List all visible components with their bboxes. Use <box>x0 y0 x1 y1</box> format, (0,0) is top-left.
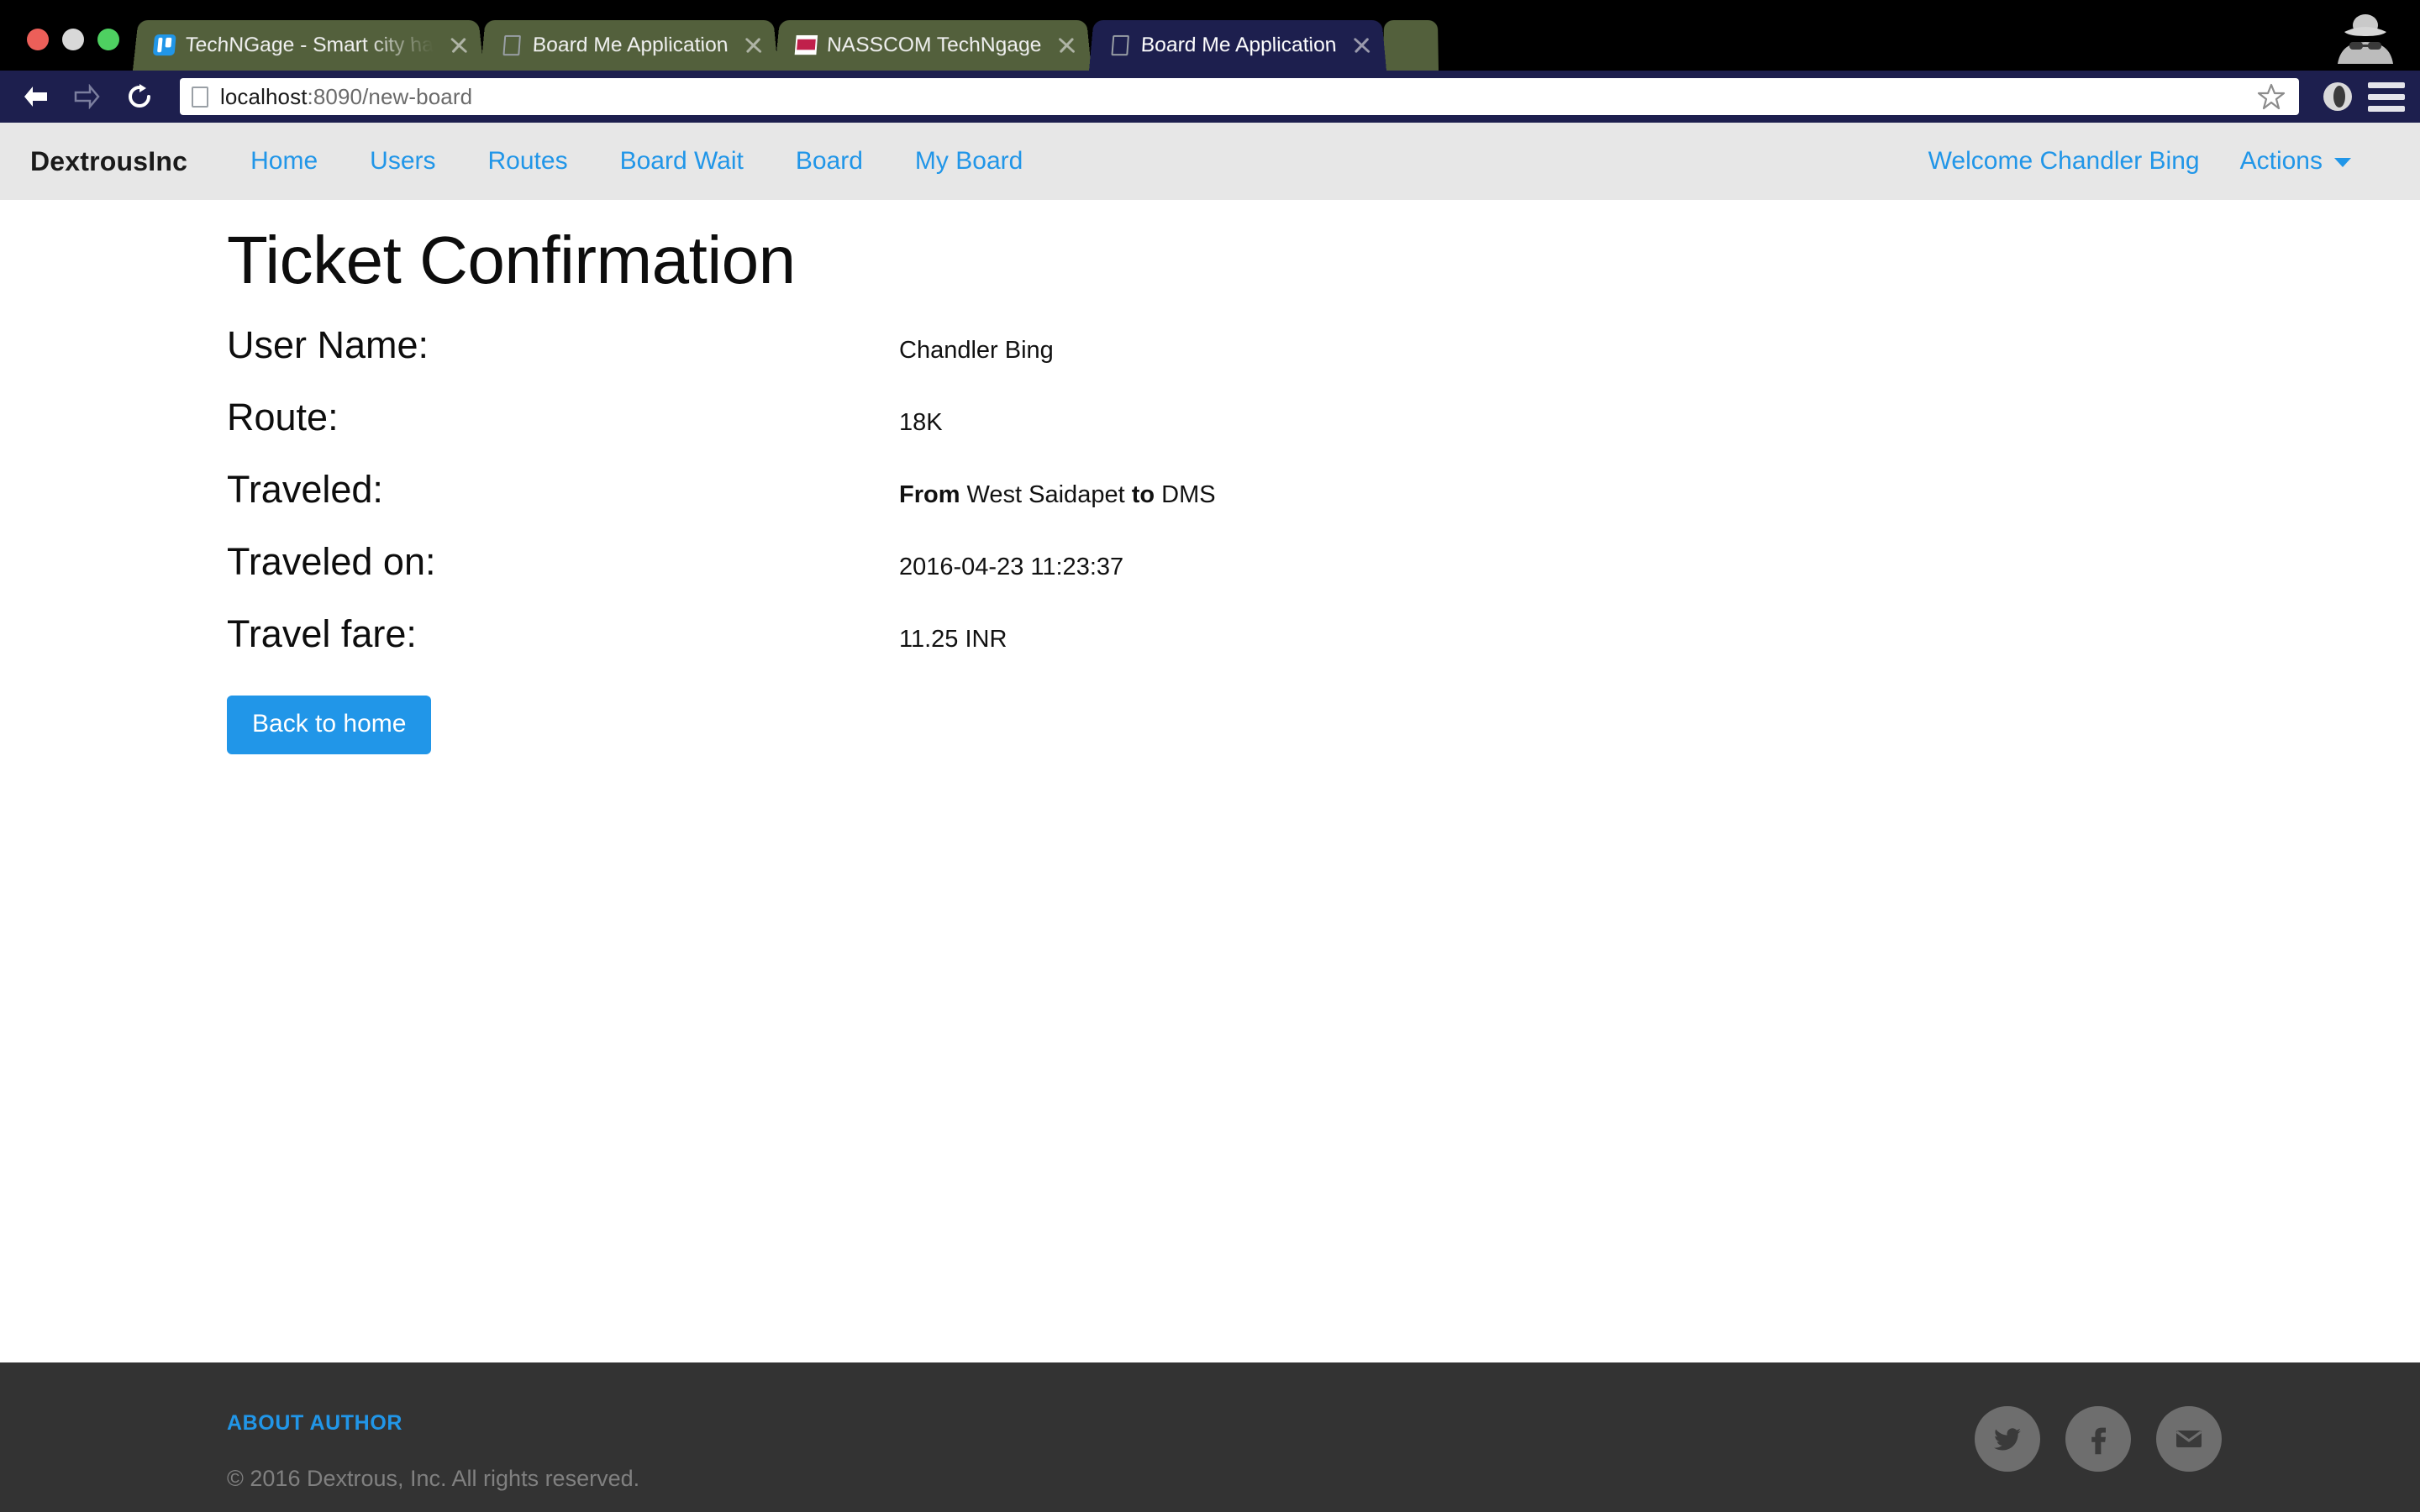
page-doc-icon <box>192 86 208 108</box>
actions-dropdown[interactable]: Actions <box>2220 147 2371 176</box>
detail-row-travel-fare: Travel fare: 11.25 INR <box>227 612 2075 684</box>
detail-label: User Name: <box>227 323 429 366</box>
ticket-details-table: User Name: Chandler Bing Route: 18K Trav… <box>227 323 2075 684</box>
detail-value-travel-fare: 11.25 INR <box>899 626 1007 653</box>
close-tab-button[interactable] <box>1350 34 1374 55</box>
detail-label: Traveled: <box>227 468 383 511</box>
detail-value-route: 18K <box>899 409 943 436</box>
detail-label: Travel fare: <box>227 612 417 655</box>
chevron-down-icon <box>2334 157 2351 167</box>
detail-value-traveled: From West Saidapet to DMS <box>899 477 1216 510</box>
hamburger-menu-icon[interactable] <box>2368 78 2405 115</box>
close-tab-button[interactable] <box>1055 34 1079 55</box>
incognito-spy-icon <box>2338 14 2393 64</box>
detail-value-user-name: Chandler Bing <box>899 337 1054 364</box>
tab-title: Board Me Application <box>532 34 729 55</box>
footer-left: ABOUT AUTHOR © 2016 Dextrous, Inc. All r… <box>227 1362 639 1492</box>
nav-item-my-board[interactable]: My Board <box>889 147 1049 176</box>
page-title: Ticket Confirmation <box>227 223 796 297</box>
forward-arrow-icon[interactable] <box>67 78 108 115</box>
page-doc-icon <box>1108 34 1131 55</box>
browser-tab-3[interactable]: NASSCOM TechNgage <box>775 19 1092 71</box>
url-text: localhost:8090/new-board <box>220 84 472 110</box>
to-keyword: to <box>1131 481 1155 508</box>
detail-value-traveled-on: 2016-04-23 11:23:37 <box>899 554 1124 580</box>
destination-stop: DMS <box>1155 481 1216 508</box>
url-path: :8090/new-board <box>307 83 473 109</box>
back-to-home-button[interactable]: Back to home <box>227 696 432 754</box>
nav-item-home[interactable]: Home <box>224 147 344 176</box>
detail-row-user-name: User Name: Chandler Bing <box>227 323 2075 395</box>
nav-links: Home Users Routes Board Wait Board My Bo… <box>224 147 1049 176</box>
address-bar[interactable]: localhost:8090/new-board <box>180 78 2299 115</box>
main-content: Ticket Confirmation User Name: Chandler … <box>0 200 2420 754</box>
url-host: localhost <box>220 83 308 109</box>
browser-toolbar: localhost:8090/new-board <box>0 71 2420 123</box>
close-tab-button[interactable] <box>447 34 471 55</box>
nav-item-routes[interactable]: Routes <box>462 147 594 176</box>
tab-strip: TechNGage - Smart city ha Board Me Appli… <box>133 0 1439 71</box>
nasscom-logo-icon <box>795 34 818 55</box>
close-tab-button[interactable] <box>742 34 765 55</box>
tab-title: NASSCOM TechNgage <box>826 34 1043 55</box>
about-author-link[interactable]: ABOUT AUTHOR <box>227 1411 402 1436</box>
new-tab-button[interactable] <box>1383 19 1439 71</box>
tab-title: Board Me Application <box>1139 34 1337 55</box>
page-doc-icon <box>501 34 523 55</box>
browser-tab-1[interactable]: TechNGage - Smart city ha <box>133 19 485 71</box>
detail-row-route: Route: 18K <box>227 395 2075 467</box>
detail-row-traveled: Traveled: From West Saidapet to DMS <box>227 467 2075 539</box>
detail-label: Route: <box>227 396 339 438</box>
back-arrow-icon[interactable] <box>15 78 55 115</box>
brand-logo[interactable]: DextrousInc <box>30 146 187 177</box>
browser-window: TechNGage - Smart city ha Board Me Appli… <box>0 0 2420 1512</box>
nav-right-group: Welcome Chandler Bing Actions <box>1908 147 2371 176</box>
actions-label: Actions <box>2239 147 2323 175</box>
nav-item-board-wait[interactable]: Board Wait <box>594 147 770 176</box>
minimize-window-button[interactable] <box>62 29 84 50</box>
nav-item-board[interactable]: Board <box>770 147 889 176</box>
site-navbar: DextrousInc Home Users Routes Board Wait… <box>0 123 2420 200</box>
browser-titlebar: TechNGage - Smart city ha Board Me Appli… <box>0 0 2420 71</box>
detail-row-traveled-on: Traveled on: 2016-04-23 11:23:37 <box>227 539 2075 612</box>
welcome-user-link[interactable]: Welcome Chandler Bing <box>1908 147 2220 176</box>
pipe-logo-icon <box>152 34 176 56</box>
twitter-icon[interactable] <box>1975 1406 2040 1472</box>
opera-menu-icon[interactable] <box>2319 78 2356 115</box>
email-icon[interactable] <box>2156 1406 2222 1472</box>
from-keyword: From <box>899 481 960 508</box>
social-links <box>1975 1362 2222 1472</box>
reload-icon[interactable] <box>119 78 160 115</box>
star-icon[interactable] <box>2257 82 2286 111</box>
browser-tab-2[interactable]: Board Me Application <box>481 19 779 71</box>
nav-item-users[interactable]: Users <box>344 147 461 176</box>
browser-tab-4-active[interactable]: Board Me Application <box>1088 19 1387 71</box>
close-window-button[interactable] <box>27 29 49 50</box>
maximize-window-button[interactable] <box>97 29 119 50</box>
origin-stop: West Saidapet <box>960 481 1132 508</box>
site-footer: ABOUT AUTHOR © 2016 Dextrous, Inc. All r… <box>0 1362 2420 1512</box>
tab-title: TechNGage - Smart city ha <box>184 34 434 55</box>
facebook-icon[interactable] <box>2065 1406 2131 1472</box>
detail-label: Traveled on: <box>227 540 436 583</box>
page-content: DextrousInc Home Users Routes Board Wait… <box>0 123 2420 1512</box>
window-controls <box>15 29 133 71</box>
copyright-text: © 2016 Dextrous, Inc. All rights reserve… <box>227 1466 640 1491</box>
